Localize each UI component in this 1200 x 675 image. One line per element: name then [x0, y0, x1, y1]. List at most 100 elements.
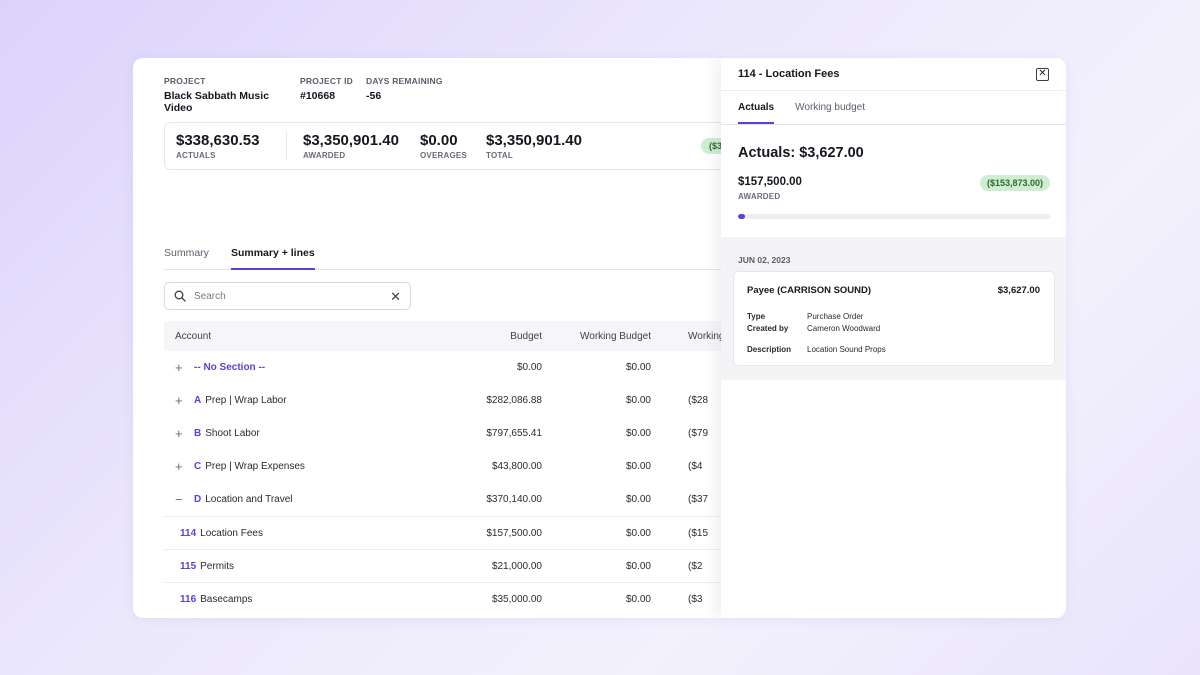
- awarded-amount: $157,500.00: [738, 176, 802, 188]
- clear-search-icon[interactable]: ✕: [390, 290, 401, 303]
- tab-working-budget[interactable]: Working budget: [795, 102, 865, 124]
- search-input[interactable]: [194, 290, 391, 302]
- search-box: ✕: [164, 282, 411, 310]
- budget-table: Account Budget Working Budget Working + …: [164, 321, 724, 615]
- detail-row-type: Type Purchase Order: [747, 310, 886, 322]
- project-id-field: PROJECT ID #10668: [300, 76, 357, 114]
- table-row[interactable]: − D Location and Travel $370,140.00 $0.0…: [164, 483, 724, 516]
- table-row-line[interactable]: 115 Permits $21,000.00 $0.00 ($2: [164, 549, 724, 582]
- expand-icon[interactable]: +: [175, 427, 187, 440]
- account-cell: 115 Permits: [164, 561, 390, 572]
- budget-cell: $157,500.00: [486, 527, 542, 539]
- working-budget-cell: $0.00: [625, 527, 651, 539]
- tab-actuals[interactable]: Actuals: [738, 102, 775, 124]
- transaction-amount: $3,627.00: [997, 285, 1040, 296]
- account-name: Location and Travel: [205, 494, 293, 505]
- detail-row-description: Description Location Sound Props: [747, 343, 886, 355]
- line-name: Basecamps: [200, 593, 253, 605]
- actuals-heading: Actuals: $3,627.00: [738, 145, 864, 161]
- account-code: B: [194, 428, 202, 439]
- actuals-progress-bar: [738, 214, 1050, 219]
- working-cell: ($37: [688, 494, 709, 505]
- account-cell: + A Prep | Wrap Labor: [164, 394, 390, 407]
- working-cell: ($3: [688, 593, 703, 605]
- account-cell: + C Prep | Wrap Expenses: [164, 460, 390, 473]
- panel-title: 114 - Location Fees: [738, 68, 840, 80]
- line-name: Location Fees: [200, 527, 263, 539]
- transaction-details: Type Purchase Order Created by Cameron W…: [747, 310, 886, 355]
- expand-icon[interactable]: +: [175, 361, 187, 374]
- days-remaining-field: DAYS REMAINING -56: [366, 76, 443, 114]
- account-name: -- No Section --: [194, 362, 266, 373]
- budget-cell: $282,086.88: [486, 395, 542, 406]
- close-icon[interactable]: ✕: [1036, 67, 1049, 81]
- collapse-icon[interactable]: −: [175, 493, 187, 506]
- search-icon: [174, 290, 186, 302]
- days-remaining: -56: [366, 90, 382, 102]
- expand-icon[interactable]: +: [175, 394, 187, 407]
- stat-total: $3,350,901.40 TOTAL: [475, 133, 625, 160]
- table-row[interactable]: + C Prep | Wrap Expenses $43,800.00 $0.0…: [164, 450, 724, 483]
- account-name: Prep | Wrap Labor: [205, 395, 287, 406]
- table-header: Account Budget Working Budget Working: [164, 321, 724, 351]
- project-id-label: PROJECT ID: [300, 76, 354, 86]
- col-budget[interactable]: Budget: [390, 331, 542, 342]
- transaction-payee: Payee (CARRISON SOUND): [747, 285, 872, 296]
- type-label: Type: [747, 311, 766, 321]
- stat-overages-value: $0.00: [420, 131, 458, 149]
- line-code: 116: [180, 593, 197, 605]
- col-working-budget[interactable]: Working Budget: [542, 331, 651, 342]
- table-row[interactable]: + -- No Section -- $0.00 $0.00: [164, 351, 724, 384]
- table-row[interactable]: + A Prep | Wrap Labor $282,086.88 $0.00 …: [164, 384, 724, 417]
- detail-row-created-by: Created by Cameron Woodward: [747, 322, 886, 334]
- stat-actuals-value: $338,630.53: [176, 132, 260, 149]
- panel-tabs: Actuals Working budget: [721, 91, 1066, 125]
- variance-badge: ($153,873.00): [979, 175, 1050, 191]
- awarded-caption: AWARDED: [738, 192, 781, 201]
- stat-overages-caption: OVERAGES: [420, 150, 467, 160]
- transaction-card[interactable]: Payee (CARRISON SOUND) $3,627.00 Type Pu…: [733, 271, 1055, 366]
- actuals-progress-fill: [738, 214, 746, 219]
- line-code: 115: [180, 560, 197, 572]
- project-meta: PROJECT Black Sabbath Music Video PROJEC…: [164, 76, 452, 114]
- working-budget-cell: $0.00: [625, 494, 651, 505]
- working-cell: ($79: [688, 428, 709, 439]
- created-by-label: Created by: [747, 323, 789, 333]
- table-row-line[interactable]: 116 Basecamps $35,000.00 $0.00 ($3: [164, 582, 724, 615]
- working-budget-cell: $0.00: [625, 362, 651, 373]
- transactions-section: JUN 02, 2023 Payee (CARRISON SOUND) $3,6…: [721, 237, 1066, 380]
- budget-cell: $43,800.00: [491, 461, 542, 472]
- detail-spacer: [747, 334, 886, 343]
- working-budget-cell: $0.00: [625, 461, 651, 472]
- account-cell: − D Location and Travel: [164, 493, 390, 506]
- account-code: D: [194, 494, 202, 505]
- col-working[interactable]: Working: [651, 331, 724, 342]
- budget-cell: $0.00: [516, 362, 542, 373]
- working-cell: ($2: [688, 560, 703, 572]
- transaction-date: JUN 02, 2023: [738, 255, 791, 265]
- project-label: PROJECT: [164, 76, 206, 86]
- budget-stats: $338,630.53 ACTUALS $3,350,901.40 AWARDE…: [164, 122, 784, 170]
- tab-summary[interactable]: Summary: [164, 247, 209, 269]
- stat-actuals-caption: ACTUALS: [176, 151, 216, 160]
- working-budget-cell: $0.00: [625, 395, 651, 406]
- awarded-block: $157,500.00 AWARDED: [738, 176, 802, 201]
- line-name: Permits: [200, 560, 235, 572]
- stat-awarded-caption: AWARDED: [303, 150, 346, 160]
- col-account[interactable]: Account: [164, 331, 390, 342]
- account-cell: + B Shoot Labor: [164, 427, 390, 440]
- table-row[interactable]: + B Shoot Labor $797,655.41 $0.00 ($79: [164, 417, 724, 450]
- working-cell: ($4: [688, 461, 703, 472]
- stat-actuals: $338,630.53 ACTUALS: [165, 131, 287, 161]
- stat-overages: $0.00 OVERAGES: [409, 133, 475, 160]
- stat-awarded-value: $3,350,901.40: [303, 131, 399, 149]
- account-name: Shoot Labor: [205, 428, 260, 439]
- expand-icon[interactable]: +: [175, 460, 187, 473]
- budget-cell: $21,000.00: [491, 560, 542, 572]
- created-by-value: Cameron Woodward: [807, 323, 881, 333]
- table-row-line[interactable]: 114 Location Fees $157,500.00 $0.00 ($15: [164, 516, 724, 549]
- panel-header: 114 - Location Fees ✕: [721, 58, 1066, 91]
- budget-cell: $35,000.00: [491, 593, 542, 605]
- tab-summary-lines[interactable]: Summary + lines: [230, 247, 315, 270]
- working-budget-cell: $0.00: [625, 593, 651, 605]
